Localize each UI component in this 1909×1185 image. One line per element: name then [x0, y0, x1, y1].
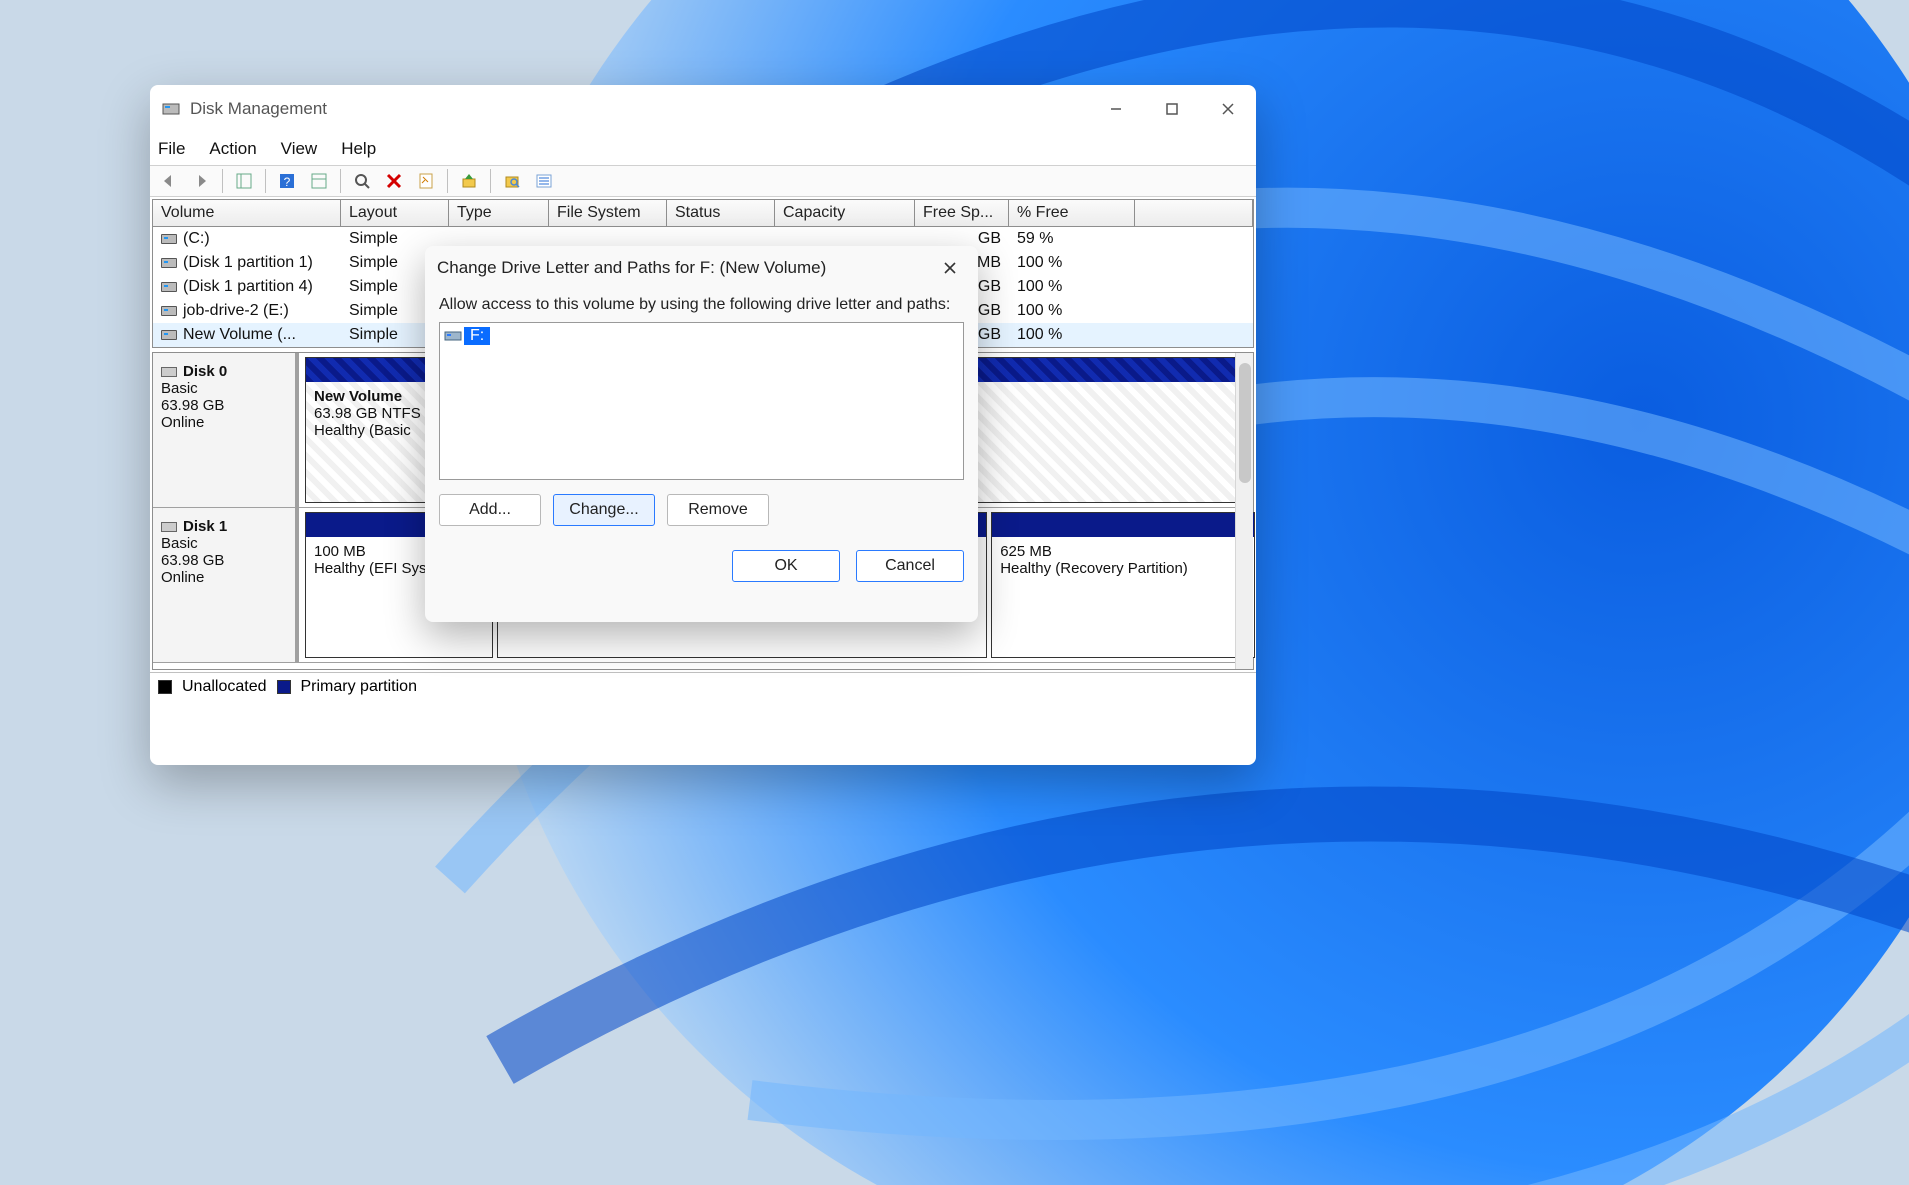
forward-button[interactable] — [188, 168, 214, 194]
header-layout[interactable]: Layout — [341, 200, 449, 226]
menu-action[interactable]: Action — [209, 139, 256, 159]
drive-icon — [444, 327, 464, 344]
legend-swatch-primary — [277, 680, 291, 694]
properties-button[interactable] — [413, 168, 439, 194]
menubar: File Action View Help — [150, 133, 1256, 165]
menu-file[interactable]: File — [158, 139, 185, 159]
change-drive-letter-dialog: Change Drive Letter and Paths for F: (Ne… — [425, 246, 978, 622]
dialog-close-button[interactable] — [934, 252, 966, 284]
help-button[interactable]: ? — [274, 168, 300, 194]
legend: Unallocated Primary partition — [150, 672, 1256, 700]
maximize-button[interactable] — [1144, 85, 1200, 133]
app-icon — [162, 100, 180, 118]
disk-label[interactable]: Disk 1Basic63.98 GBOnline — [153, 508, 299, 662]
dialog-text: Allow access to this volume by using the… — [425, 290, 978, 322]
menu-view[interactable]: View — [281, 139, 318, 159]
back-button[interactable] — [156, 168, 182, 194]
header-volume[interactable]: Volume — [153, 200, 341, 226]
svg-text:?: ? — [284, 175, 291, 189]
disk-label[interactable]: Disk 0Basic63.98 GBOnline — [153, 353, 299, 507]
action-pane-button[interactable] — [306, 168, 332, 194]
window-title: Disk Management — [190, 99, 327, 119]
dialog-titlebar: Change Drive Letter and Paths for F: (Ne… — [425, 246, 978, 290]
header-spacer — [1135, 200, 1253, 226]
find-button[interactable] — [499, 168, 525, 194]
menu-help[interactable]: Help — [341, 139, 376, 159]
list-button[interactable] — [531, 168, 557, 194]
header-pct-free[interactable]: % Free — [1009, 200, 1135, 226]
volume-grid-header: Volume Layout Type File System Status Ca… — [153, 200, 1253, 227]
remove-button[interactable]: Remove — [667, 494, 769, 526]
ok-button[interactable]: OK — [732, 550, 840, 582]
dialog-list-item[interactable]: F: — [464, 327, 490, 345]
change-button[interactable]: Change... — [553, 494, 655, 526]
header-free[interactable]: Free Sp... — [915, 200, 1009, 226]
dialog-title: Change Drive Letter and Paths for F: (Ne… — [437, 258, 826, 278]
legend-swatch-unallocated — [158, 680, 172, 694]
up-button[interactable] — [456, 168, 482, 194]
titlebar: Disk Management — [150, 85, 1256, 133]
minimize-button[interactable] — [1088, 85, 1144, 133]
explore-button[interactable] — [349, 168, 375, 194]
disk-scrollbar[interactable] — [1235, 353, 1253, 669]
cancel-button[interactable]: Cancel — [856, 550, 964, 582]
close-button[interactable] — [1200, 85, 1256, 133]
header-status[interactable]: Status — [667, 200, 775, 226]
disk-scroll-thumb[interactable] — [1239, 363, 1251, 483]
header-type[interactable]: Type — [449, 200, 549, 226]
show-hide-console-tree-button[interactable] — [231, 168, 257, 194]
header-capacity[interactable]: Capacity — [775, 200, 915, 226]
legend-label-unallocated: Unallocated — [182, 678, 267, 696]
header-filesystem[interactable]: File System — [549, 200, 667, 226]
legend-label-primary: Primary partition — [301, 678, 417, 696]
toolbar: ? — [150, 165, 1256, 197]
dialog-paths-list[interactable]: F: — [439, 322, 964, 480]
partition[interactable]: 625 MBHealthy (Recovery Partition) — [991, 512, 1255, 658]
add-button[interactable]: Add... — [439, 494, 541, 526]
delete-button[interactable] — [381, 168, 407, 194]
